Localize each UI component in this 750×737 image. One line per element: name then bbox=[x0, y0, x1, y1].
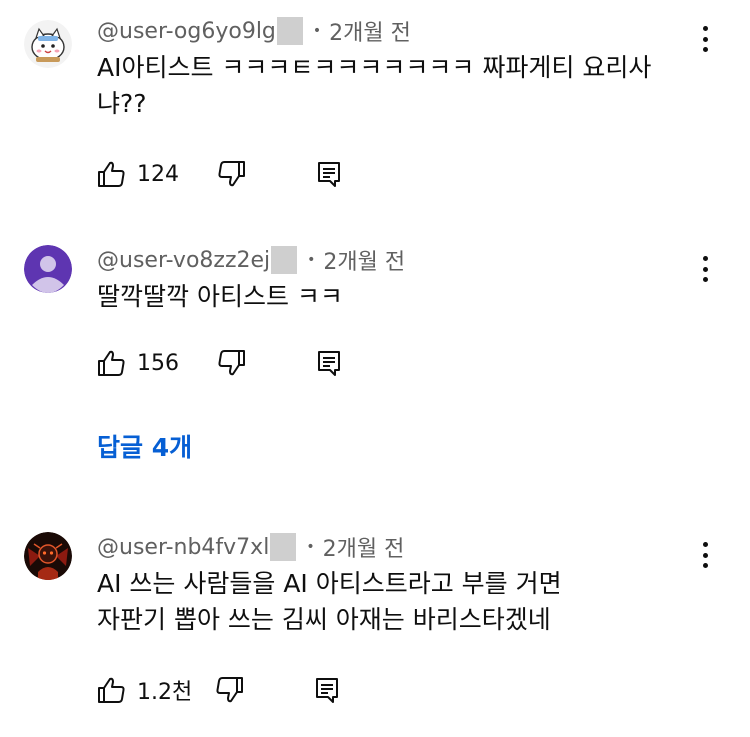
author-name[interactable]: @user-vo8zz2ej bbox=[97, 248, 270, 273]
reply-button[interactable] bbox=[314, 159, 344, 189]
comment-text-line: 자판기 뽑아 쓰는 김씨 아재는 바리스타겠네 bbox=[97, 605, 551, 634]
redaction-mask bbox=[276, 17, 303, 45]
comment-header: @user-og6yo9lg • 2개월 전 bbox=[97, 14, 411, 48]
thumbs-down-icon bbox=[218, 161, 245, 187]
comment-text: AI아티스트 ㅋㅋㅋㅌㅋㅋㅋㅋㅋㅋㅋ 짜파게티 요리사 냐?? bbox=[97, 50, 651, 122]
character-avatar-icon bbox=[24, 20, 72, 68]
comment-text-line: AI 쓰는 사람들을 AI 아티스트라고 부를 거면 bbox=[97, 569, 562, 598]
author-name[interactable]: @user-nb4fv7xl bbox=[97, 535, 269, 560]
dislike-button[interactable] bbox=[216, 348, 246, 378]
redaction-mask bbox=[271, 246, 298, 274]
dislike-button[interactable] bbox=[214, 675, 244, 705]
thumbs-up-icon bbox=[98, 677, 125, 703]
comment-text: AI 쓰는 사람들을 AI 아티스트라고 부를 거면 자판기 뽑아 쓰는 김씨 … bbox=[97, 566, 562, 638]
avatar[interactable] bbox=[24, 20, 72, 68]
comment-actions: 156 bbox=[97, 348, 344, 378]
comment-actions: 124 bbox=[97, 159, 344, 189]
comment-text-line: 냐?? bbox=[97, 89, 147, 118]
author-name[interactable]: @user-og6yo9lg bbox=[97, 19, 276, 44]
comment-text-line: AI아티스트 ㅋㅋㅋㅌㅋㅋㅋㅋㅋㅋㅋ 짜파게티 요리사 bbox=[97, 53, 652, 82]
comment-text: 딸깍딸깍 아티스트 ㅋㅋ bbox=[97, 279, 343, 315]
separator-dot: • bbox=[312, 23, 322, 39]
like-button[interactable]: 1.2천 bbox=[97, 674, 192, 706]
thumbs-up-icon bbox=[98, 350, 125, 376]
more-options-button[interactable] bbox=[698, 540, 712, 570]
dislike-button[interactable] bbox=[216, 159, 246, 189]
comment-time[interactable]: 2개월 전 bbox=[323, 531, 405, 563]
like-button[interactable]: 156 bbox=[97, 348, 179, 378]
separator-dot: • bbox=[306, 539, 315, 555]
separator-dot: • bbox=[307, 252, 316, 268]
thumbs-down-icon bbox=[218, 350, 245, 376]
default-person-avatar-icon bbox=[24, 245, 72, 293]
dark-figure-avatar-icon bbox=[24, 532, 72, 580]
comment-text-line: 딸깍딸깍 아티스트 ㅋㅋ bbox=[97, 282, 343, 311]
like-count: 156 bbox=[137, 350, 179, 376]
like-count: 1.2천 bbox=[137, 680, 193, 705]
reply-button[interactable] bbox=[314, 348, 344, 378]
thumbs-down-icon bbox=[216, 677, 244, 703]
reply-icon bbox=[316, 678, 339, 703]
like-button[interactable]: 124 bbox=[97, 159, 179, 189]
view-replies-button[interactable]: 답글 4개 bbox=[97, 428, 192, 464]
comment-time[interactable]: 2개월 전 bbox=[329, 15, 411, 47]
more-options-button[interactable] bbox=[698, 254, 712, 284]
redaction-mask bbox=[270, 533, 297, 561]
reply-icon bbox=[318, 162, 340, 187]
thumbs-up-icon bbox=[98, 161, 125, 187]
comment-actions: 1.2천 bbox=[97, 675, 342, 705]
more-options-button[interactable] bbox=[698, 24, 712, 54]
reply-icon bbox=[318, 351, 340, 376]
avatar[interactable] bbox=[24, 245, 72, 293]
like-count: 124 bbox=[137, 161, 179, 187]
comment-header: @user-nb4fv7xl • 2개월 전 bbox=[97, 530, 404, 564]
reply-button[interactable] bbox=[312, 675, 342, 705]
comment-time[interactable]: 2개월 전 bbox=[323, 244, 405, 276]
comment-header: @user-vo8zz2ej • 2개월 전 bbox=[97, 243, 405, 277]
avatar[interactable] bbox=[24, 532, 72, 580]
